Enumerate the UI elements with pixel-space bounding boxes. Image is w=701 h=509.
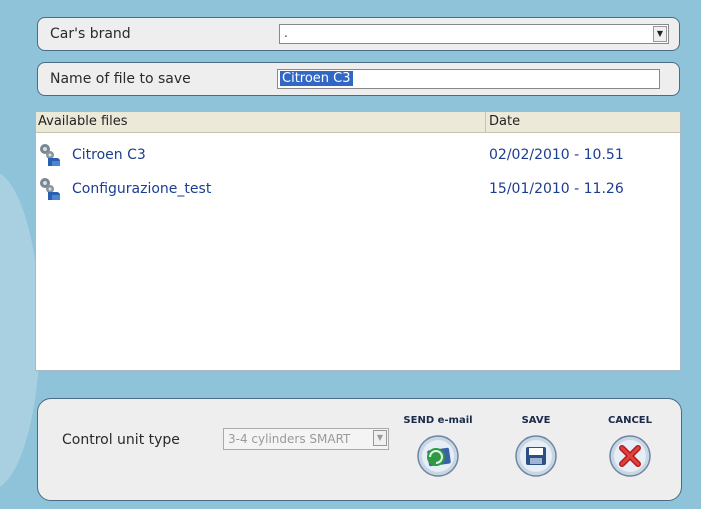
save-action: SAVE — [506, 415, 566, 478]
brand-label: Car's brand — [50, 26, 131, 42]
send-email-label: SEND e-mail — [403, 415, 473, 426]
control-unit-label: Control unit type — [62, 432, 180, 448]
file-name: Citroen C3 — [72, 147, 146, 163]
chevron-down-icon[interactable]: ▼ — [653, 26, 667, 42]
floppy-disk-icon — [526, 447, 546, 465]
send-email-button[interactable] — [416, 434, 460, 478]
send-email-action: SEND e-mail — [398, 415, 478, 478]
brand-select-value: . — [284, 26, 288, 40]
column-divider[interactable] — [485, 112, 486, 132]
brand-select[interactable]: . ▼ — [279, 24, 669, 44]
cancel-label: CANCEL — [608, 415, 652, 426]
file-row[interactable]: Configurazione_test 15/01/2010 - 11.26 — [36, 176, 680, 200]
control-unit-select: 3-4 cylinders SMART ▼ — [223, 428, 389, 450]
puzzle-gear-icon — [40, 178, 60, 200]
email-globe-icon — [427, 447, 451, 467]
file-date: 02/02/2010 - 10.51 — [489, 147, 624, 163]
control-unit-value: 3-4 cylinders SMART — [228, 432, 351, 446]
cancel-action: CANCEL — [595, 415, 665, 478]
save-label: SAVE — [521, 415, 551, 426]
filename-input-value: Citroen C3 — [280, 71, 353, 86]
filename-label: Name of file to save — [50, 71, 191, 87]
filename-input[interactable]: Citroen C3 — [277, 69, 660, 89]
file-row[interactable]: Citroen C3 02/02/2010 - 10.51 — [36, 142, 680, 166]
save-button[interactable] — [514, 434, 558, 478]
file-name: Configurazione_test — [72, 181, 212, 197]
brand-row: Car's brand . ▼ — [37, 17, 680, 51]
puzzle-gear-icon — [40, 144, 60, 166]
cancel-button[interactable] — [608, 434, 652, 478]
column-header-date[interactable]: Date — [489, 114, 520, 129]
chevron-down-icon: ▼ — [373, 430, 387, 446]
file-date: 15/01/2010 - 11.26 — [489, 181, 624, 197]
available-files-list[interactable]: Available files Date Citroen C3 02/02/20… — [35, 111, 681, 371]
filename-row: Name of file to save Citroen C3 — [37, 62, 680, 96]
column-header-files[interactable]: Available files — [38, 114, 128, 129]
files-header: Available files Date — [36, 112, 680, 133]
background-decoration — [0, 170, 40, 490]
bottom-panel: Control unit type 3-4 cylinders SMART ▼ … — [37, 398, 682, 501]
